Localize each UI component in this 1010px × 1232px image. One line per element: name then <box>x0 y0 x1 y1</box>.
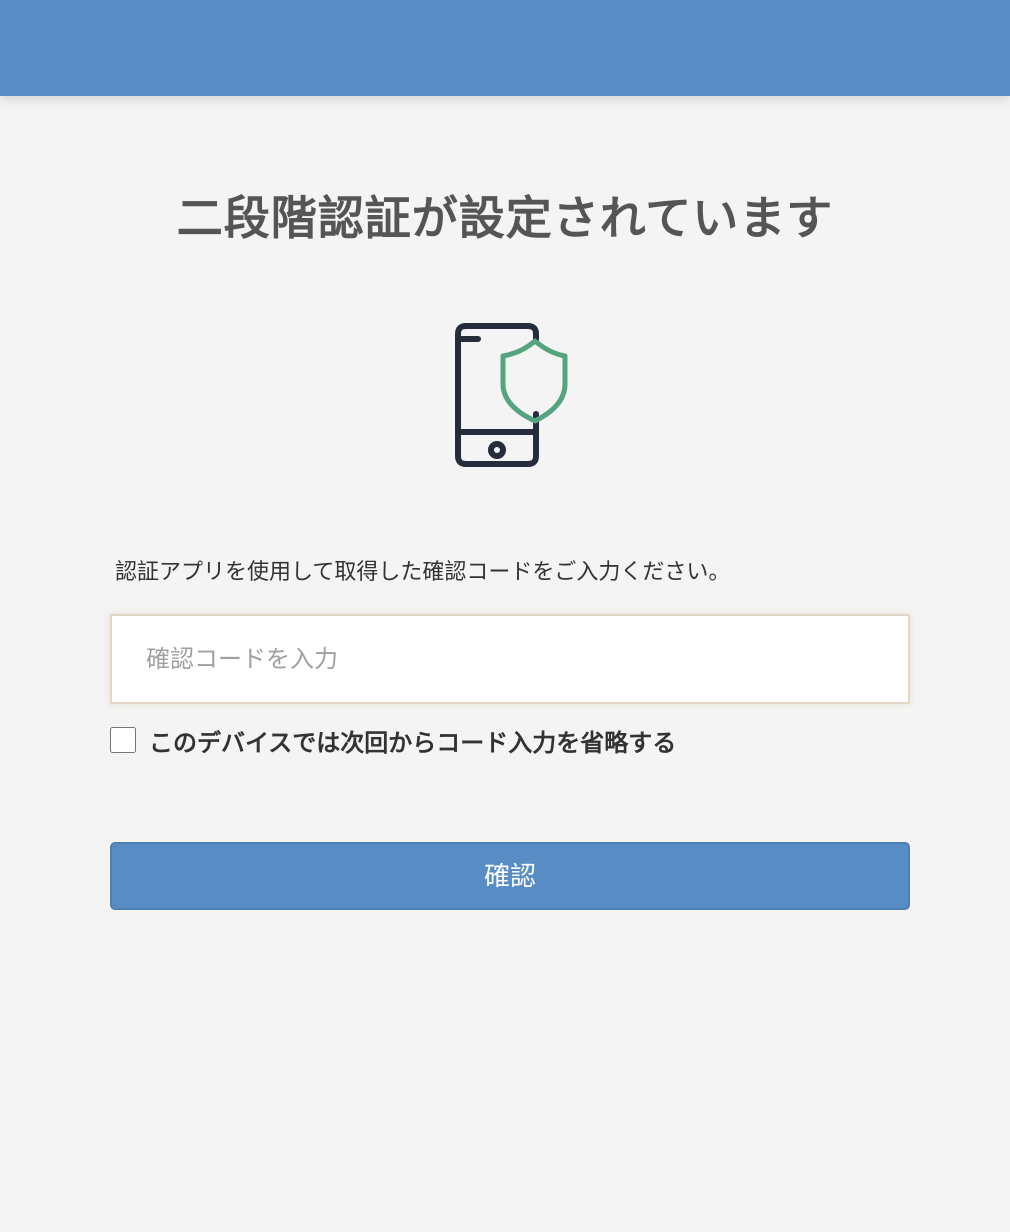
shield-icon <box>500 338 568 424</box>
verification-code-input[interactable] <box>110 614 910 704</box>
page-title: 二段階認証が設定されています <box>176 191 834 245</box>
top-header-bar <box>0 0 1010 96</box>
remember-device-label[interactable]: このデバイスでは次回からコード入力を省略する <box>149 723 676 758</box>
phone-shield-icon <box>452 320 572 470</box>
remember-device-checkbox[interactable] <box>110 727 136 753</box>
instruction-text: 認証アプリを使用して取得した確認コードをご入力ください。 <box>115 560 731 585</box>
confirm-button[interactable]: 確認 <box>110 842 910 910</box>
remember-device-option[interactable]: このデバイスでは次回からコード入力を省略する <box>110 722 676 758</box>
